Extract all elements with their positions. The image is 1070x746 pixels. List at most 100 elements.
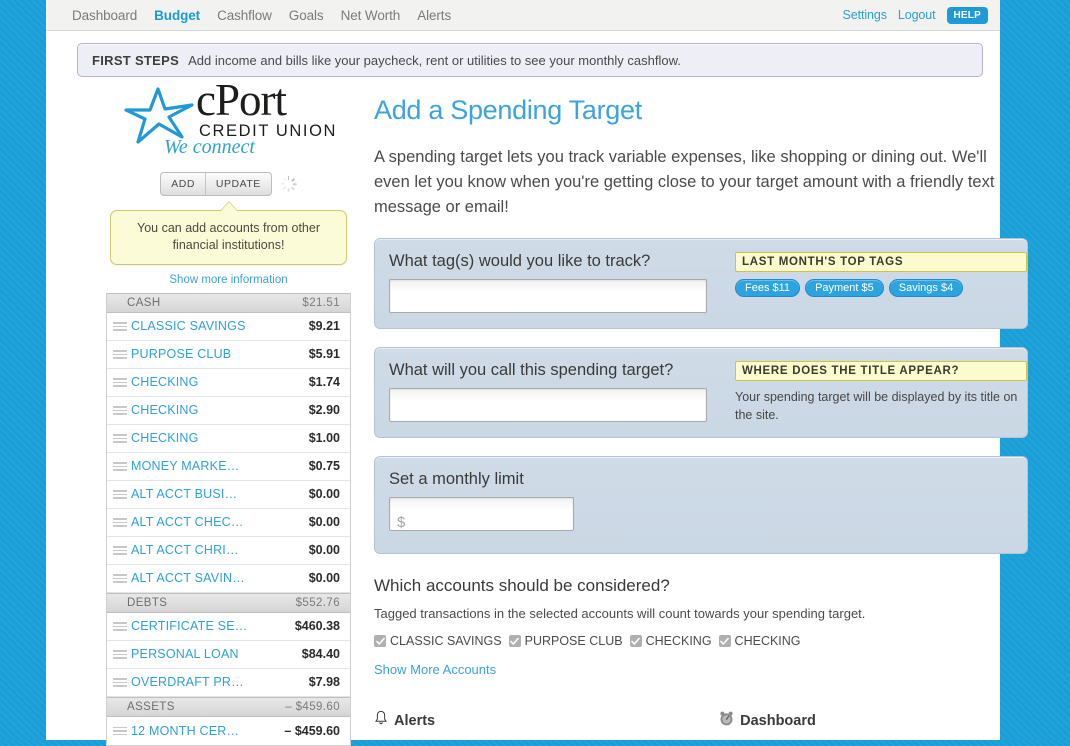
account-checkbox-item[interactable]: CLASSIC SAVINGS xyxy=(374,634,502,648)
monthly-limit-input[interactable] xyxy=(389,497,574,532)
account-row[interactable]: 12 MONTH CER… – $459.60 xyxy=(107,716,350,745)
account-row[interactable]: ALT ACCT SAVIN… $0.00 xyxy=(107,564,350,593)
account-name[interactable]: CERTIFICATE SE… xyxy=(131,619,247,633)
checkbox-checked-icon[interactable] xyxy=(629,635,642,648)
top-tags-list: Fees $11 Payment $5 Savings $4 xyxy=(735,279,1027,298)
nav-link-net-worth[interactable]: Net Worth xyxy=(341,8,401,23)
account-name[interactable]: MONEY MARKE… xyxy=(131,459,239,473)
footer-dashboard[interactable]: Dashboard xyxy=(719,710,816,731)
tag-pill[interactable]: Savings $4 xyxy=(888,279,964,298)
account-row[interactable]: PERSONAL LOAN $84.40 xyxy=(107,640,350,669)
account-name[interactable]: ALT ACCT BUSI… xyxy=(131,487,237,501)
checkbox-checked-icon[interactable] xyxy=(718,635,731,648)
account-row[interactable]: CHECKING $1.74 xyxy=(107,368,350,397)
account-name[interactable]: CHECKING xyxy=(131,431,199,445)
account-checkbox-label[interactable]: PURPOSE CLUB xyxy=(525,634,623,648)
account-name[interactable]: OVERDRAFT PR… xyxy=(131,675,244,689)
account-checkbox-label[interactable]: CHECKING xyxy=(735,634,801,648)
nav-link-goals[interactable]: Goals xyxy=(289,8,324,23)
drag-handle-icon[interactable] xyxy=(113,490,127,499)
checkbox-checked-icon[interactable] xyxy=(374,635,386,648)
show-more-accounts-link[interactable]: Show More Accounts xyxy=(374,662,496,677)
group-total: $21.51 xyxy=(302,296,340,309)
account-row[interactable]: MONEY MARKE… $0.75 xyxy=(107,452,350,481)
nav-link-dashboard[interactable]: Dashboard xyxy=(72,8,137,23)
account-name[interactable]: CHECKING xyxy=(131,403,199,417)
account-row[interactable]: ALT ACCT CHEC… $0.00 xyxy=(107,508,350,537)
tag-pill[interactable]: Fees $11 xyxy=(735,279,801,298)
top-tags-note-title: LAST MONTH'S TOP TAGS xyxy=(735,252,1027,273)
logout-link[interactable]: Logout xyxy=(898,8,936,22)
account-name[interactable]: PURPOSE CLUB xyxy=(131,347,231,361)
logo-wordmark: cPort xyxy=(196,75,287,125)
account-name[interactable]: ALT ACCT CHRI… xyxy=(131,543,239,557)
top-navigation-bar: Dashboard Budget Cashflow Goals Net Wort… xyxy=(46,0,1000,31)
monthly-limit-panel: Set a monthly limit $ xyxy=(374,456,1028,555)
account-row[interactable]: CERTIFICATE SE… $460.38 xyxy=(107,612,350,641)
account-row[interactable]: CLASSIC SAVINGS $9.21 xyxy=(107,312,350,341)
nav-link-budget[interactable]: Budget xyxy=(154,8,200,23)
account-balance: – $459.60 xyxy=(284,723,340,738)
account-balance: $460.38 xyxy=(294,619,340,634)
accounts-selection-section: Which accounts should be considered? Tag… xyxy=(374,576,1028,679)
account-name[interactable]: ALT ACCT SAVIN… xyxy=(131,571,245,585)
nav-link-alerts[interactable]: Alerts xyxy=(417,8,451,23)
accounts-sidebar: ADD UPDATE You can add accounts from oth… xyxy=(106,172,351,746)
show-more-information-link[interactable]: Show more information xyxy=(106,274,351,286)
account-checkbox-item[interactable]: PURPOSE CLUB xyxy=(508,634,623,648)
account-balance: $0.00 xyxy=(308,515,340,530)
account-checkbox-item[interactable]: CHECKING xyxy=(718,634,801,648)
account-row[interactable]: CHECKING $2.90 xyxy=(107,396,350,425)
help-button[interactable]: HELP xyxy=(946,6,988,24)
drag-handle-icon[interactable] xyxy=(113,406,127,415)
nav-link-cashflow[interactable]: Cashflow xyxy=(217,8,272,23)
drag-handle-icon[interactable] xyxy=(113,546,127,555)
account-row[interactable]: OVERDRAFT PR… $7.98 xyxy=(107,668,350,697)
account-balance: $1.00 xyxy=(308,431,340,446)
cport-credit-union-logo[interactable]: cPort CREDIT UNION We connect xyxy=(124,75,354,158)
main-content: Add a Spending Target A spending target … xyxy=(374,95,1028,679)
title-side-note: WHERE DOES THE TITLE APPEAR? Your spendi… xyxy=(735,361,1027,424)
footer-dashboard-label: Dashboard xyxy=(740,712,816,729)
tag-input[interactable] xyxy=(389,279,707,314)
tag-pill[interactable]: Payment $5 xyxy=(805,279,884,298)
account-group-header-cash: CASH $21.51 xyxy=(107,292,350,313)
update-accounts-button[interactable]: UPDATE xyxy=(204,173,271,195)
account-name[interactable]: CLASSIC SAVINGS xyxy=(131,319,246,333)
drag-handle-icon[interactable] xyxy=(113,462,127,471)
account-name[interactable]: CHECKING xyxy=(131,375,199,389)
drag-handle-icon[interactable] xyxy=(113,678,127,687)
drag-handle-icon[interactable] xyxy=(113,434,127,443)
settings-link[interactable]: Settings xyxy=(843,8,887,22)
drag-handle-icon[interactable] xyxy=(113,322,127,331)
account-checkbox-label[interactable]: CLASSIC SAVINGS xyxy=(390,634,502,648)
first-steps-label: FIRST STEPS xyxy=(92,52,180,68)
account-row[interactable]: ALT ACCT CHRI… $0.00 xyxy=(107,536,350,565)
checkbox-checked-icon[interactable] xyxy=(508,635,521,648)
group-name: DEBTS xyxy=(127,596,168,609)
drag-handle-icon[interactable] xyxy=(113,378,127,387)
drag-handle-icon[interactable] xyxy=(113,574,127,583)
account-checkbox-item[interactable]: CHECKING xyxy=(629,634,712,648)
drag-handle-icon[interactable] xyxy=(113,650,127,659)
add-account-button[interactable]: ADD xyxy=(161,173,205,195)
account-checkbox-label[interactable]: CHECKING xyxy=(646,634,712,648)
account-row[interactable]: ALT ACCT BUSI… $0.00 xyxy=(107,480,350,509)
drag-handle-icon[interactable] xyxy=(113,726,127,735)
drag-handle-icon[interactable] xyxy=(113,622,127,631)
account-row[interactable]: CHECKING $1.00 xyxy=(107,424,350,453)
bell-icon xyxy=(374,710,388,731)
account-name[interactable]: 12 MONTH CER… xyxy=(131,724,239,738)
page-container: Dashboard Budget Cashflow Goals Net Wort… xyxy=(46,0,1028,746)
account-name[interactable]: ALT ACCT CHEC… xyxy=(131,515,244,529)
title-note-title: WHERE DOES THE TITLE APPEAR? xyxy=(735,361,1027,382)
account-row[interactable]: PURPOSE CLUB $5.91 xyxy=(107,340,350,369)
account-name[interactable]: PERSONAL LOAN xyxy=(131,647,239,661)
drag-handle-icon[interactable] xyxy=(113,350,127,359)
monthly-limit-label: Set a monthly limit xyxy=(389,470,524,489)
footer-alerts[interactable]: Alerts xyxy=(374,710,435,731)
first-steps-banner[interactable]: FIRST STEPS Add income and bills like yo… xyxy=(77,43,983,77)
spending-target-title-input[interactable] xyxy=(389,388,707,423)
drag-handle-icon[interactable] xyxy=(113,518,127,527)
logo-tagline: We connect xyxy=(164,136,255,158)
